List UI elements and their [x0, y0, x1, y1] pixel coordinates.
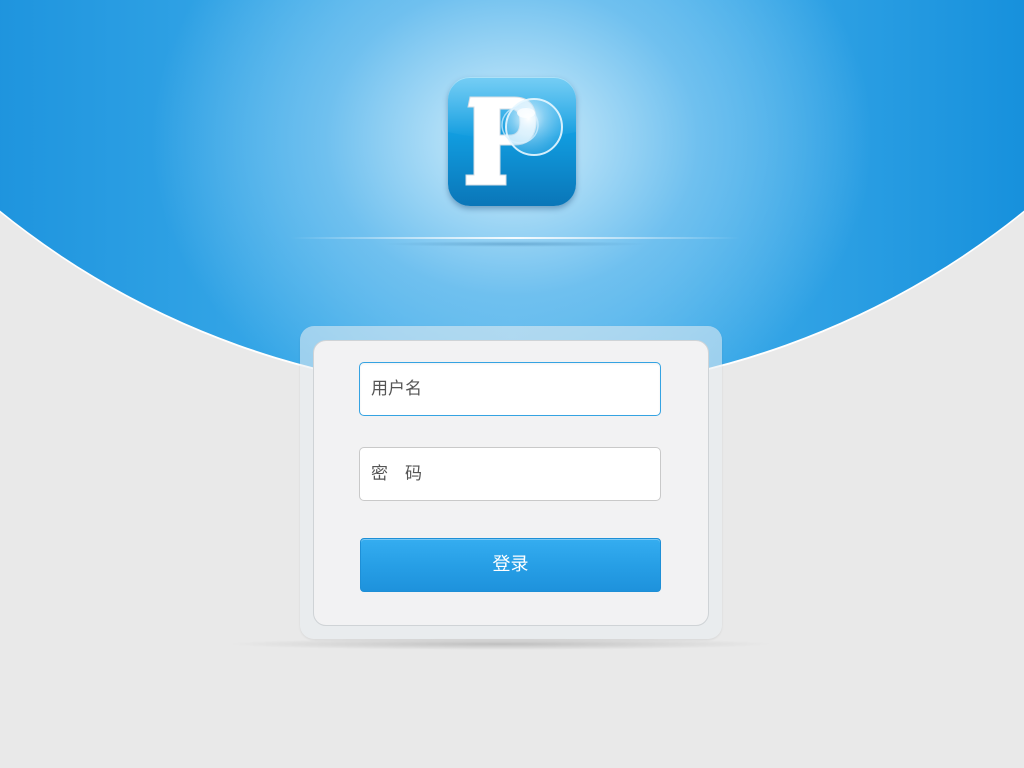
login-panel-shadow — [225, 638, 775, 650]
app-logo-icon — [448, 77, 576, 206]
username-input[interactable] — [360, 363, 660, 415]
username-field[interactable] — [359, 362, 661, 416]
login-button[interactable]: 登录 — [360, 538, 661, 592]
password-field[interactable] — [359, 447, 661, 501]
header-divider — [290, 237, 740, 239]
login-screen: 登录 — [0, 0, 1024, 768]
password-input[interactable] — [360, 448, 660, 500]
header-divider-shadow — [380, 241, 650, 247]
